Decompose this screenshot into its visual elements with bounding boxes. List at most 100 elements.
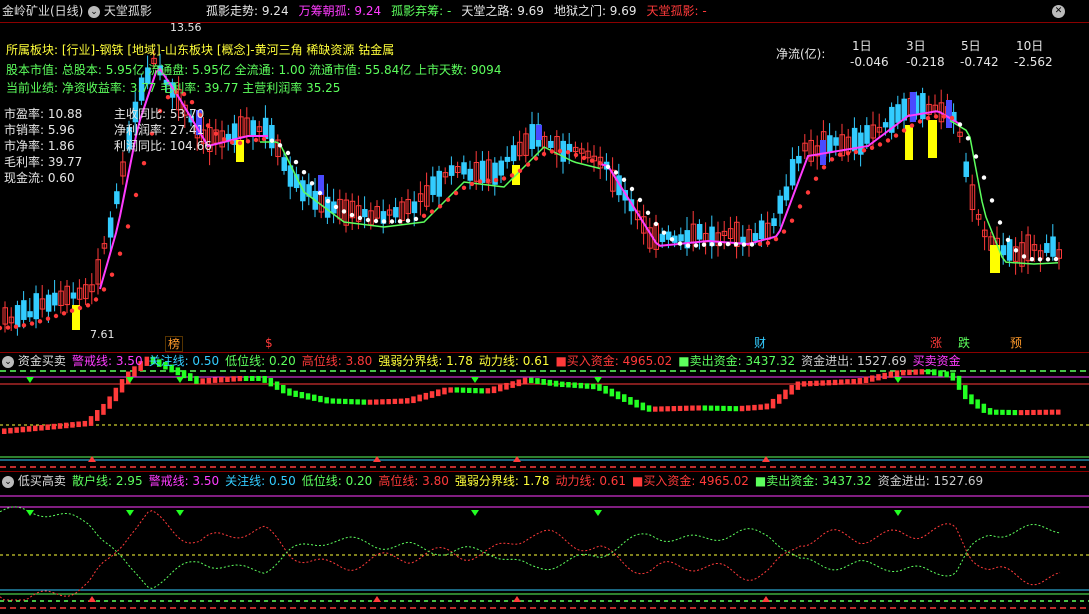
netflow-header-3d: 3日 (906, 39, 926, 53)
stock-title[interactable]: 金岭矿业(日线) (2, 3, 83, 19)
trend-dot (637, 197, 643, 203)
pane2-bar (498, 384, 503, 392)
trend-dot (525, 162, 531, 167)
pane2-name[interactable]: 资金买卖 (18, 354, 66, 368)
pane2-bar (188, 373, 193, 381)
pane2-bar (963, 385, 968, 400)
pane2-bar (268, 378, 274, 387)
candle-body (758, 220, 765, 240)
chevron-down-icon[interactable]: ⌄ (88, 5, 100, 18)
pane2-bar (243, 376, 249, 381)
pane3-name[interactable]: 低买高卖 (18, 474, 66, 488)
pane2-bar (473, 388, 478, 394)
pane2-bar (584, 383, 590, 389)
event-tag-rank[interactable]: 榜 (165, 336, 184, 352)
trend-dot (53, 313, 59, 319)
pane2-bar (454, 387, 460, 393)
pane2-bar (820, 380, 825, 386)
close-indicator-button[interactable]: ✕ (1052, 3, 1065, 19)
pane2-bar (318, 395, 323, 403)
pane2-value-item-4: 强弱分界线: 1.78 (378, 354, 473, 368)
trend-dot (37, 319, 43, 324)
trend-dot (845, 151, 851, 156)
pane2-bar (845, 379, 850, 385)
trend-dot (85, 303, 91, 308)
trend-dot (405, 218, 411, 223)
trend-dot (741, 242, 747, 247)
trend-dot (517, 168, 523, 173)
pane2-bar (2, 428, 7, 435)
pane-divider-2[interactable] (0, 471, 1089, 472)
pane2-bar (634, 399, 639, 408)
trend-dot (245, 139, 251, 144)
high-price-label: 13.56 (170, 21, 202, 34)
pane2-bar (324, 397, 329, 404)
trend-dot (389, 219, 395, 224)
pane3-value-item-1: 警戒线: 3.50 (148, 474, 220, 488)
pane2-bar (603, 385, 608, 394)
pane3-value-item-3: 低位线: 0.20 (301, 474, 373, 488)
event-tag-fall[interactable]: 跌 (956, 336, 972, 350)
header-value-item-0: 孤影走势: 9.24 (206, 4, 289, 18)
pane2-bar (659, 406, 664, 412)
pane2-bar (814, 380, 819, 386)
trend-dot (189, 100, 195, 105)
pane2-bar (913, 369, 918, 375)
pane2-bar (863, 376, 869, 384)
pane2-bar (801, 381, 807, 387)
close-icon[interactable]: ✕ (1052, 5, 1065, 18)
candle-body (678, 234, 684, 242)
pane2-bar (721, 405, 726, 411)
pane2-bar (857, 378, 863, 384)
pane2-bar (547, 379, 553, 386)
pane2-values: 警戒线: 3.50 关注线: 0.50 低位线: 0.20 高位线: 3.80 强弱分界… (72, 353, 967, 369)
trend-dot (901, 128, 907, 133)
trend-dot (701, 242, 707, 247)
pane2-bar (591, 383, 596, 390)
pane2-bar (405, 398, 410, 404)
pane2-bar (26, 426, 32, 432)
pane2-bar (789, 385, 794, 395)
trend-dot (357, 215, 363, 221)
pane2-bar (839, 379, 844, 385)
pane3-value-item-0: 散户线: 2.95 (72, 474, 143, 488)
pane2-bar (696, 405, 701, 411)
event-tag-dollar[interactable]: $ (263, 336, 275, 350)
pane2-bar (956, 375, 962, 390)
sell-arrow-icon (894, 377, 902, 383)
trend-dot (829, 157, 835, 162)
trend-dot (981, 175, 987, 180)
chevron-down-icon[interactable]: ⌄ (2, 355, 14, 368)
pane2-bar (522, 377, 528, 385)
candle-body (461, 162, 467, 175)
pane2-bar (1012, 410, 1018, 416)
sell-arrow-icon (471, 510, 479, 516)
pane2-bar (1025, 410, 1030, 416)
event-tag-rise[interactable]: 涨 (928, 336, 944, 350)
pane2-bar (764, 403, 770, 410)
candle-body (510, 145, 517, 162)
trend-dot (397, 219, 403, 224)
pane2-bar (646, 405, 652, 412)
event-tag-finance[interactable]: 财 (752, 336, 768, 350)
trend-dot (477, 179, 483, 184)
pane2-bar (851, 378, 856, 385)
capital-info: 股本市值: 总股本: 5.95亿 流通盘: 5.95亿 全流通: 1.00 流通… (6, 63, 502, 77)
indicator-selector[interactable]: ⌄ 天堂孤影 (88, 3, 152, 19)
trend-dot (317, 190, 323, 196)
pane2-bar (777, 394, 782, 404)
pane2-bar (467, 387, 472, 394)
pane2-bar (640, 402, 646, 411)
trend-dot (685, 243, 691, 248)
event-tag-forecast[interactable]: 预 (1008, 336, 1024, 350)
trend-dot (733, 242, 739, 247)
pane2-bar (398, 398, 404, 404)
trend-dot (541, 151, 547, 157)
trend-dot (133, 192, 139, 198)
trend-dot (445, 197, 451, 202)
trend-dot (605, 164, 611, 169)
pane2-bar (231, 376, 236, 382)
trend-dot (789, 218, 795, 223)
chevron-down-icon[interactable]: ⌄ (2, 475, 14, 488)
trend-dot (493, 177, 499, 183)
